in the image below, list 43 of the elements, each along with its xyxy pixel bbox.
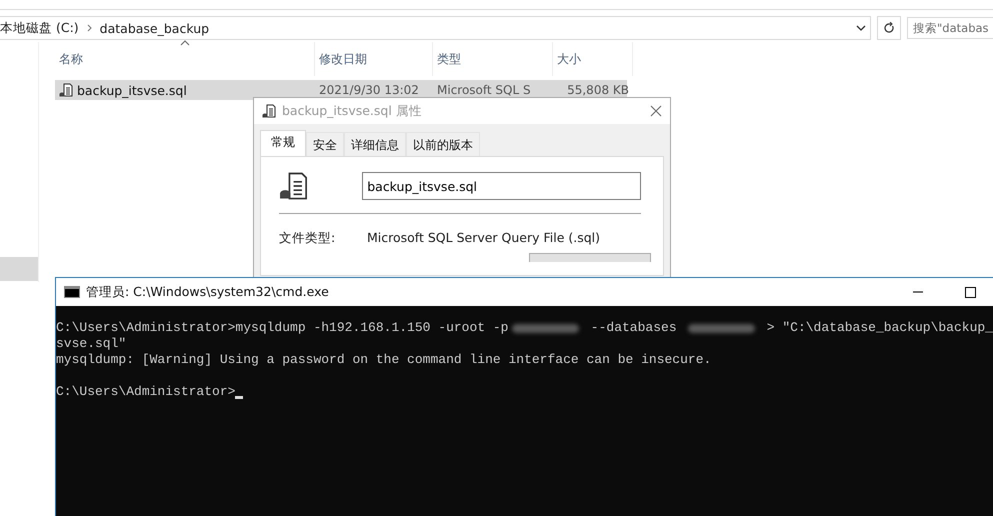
- dialog-tab[interactable]: 安全: [306, 132, 344, 156]
- column-header[interactable]: 修改日期: [315, 42, 433, 76]
- console-text: mysqldump: [Warning] Using a password on the command line interface can be insecure.: [56, 352, 712, 368]
- close-icon[interactable]: [650, 105, 662, 117]
- console-text: C:\Users\Administrator>mysqldump -h192.168.1.150 -uroot -p: [56, 320, 508, 336]
- sort-up-icon: [180, 40, 190, 46]
- breadcrumb-item[interactable]: 本地磁盘 (C:): [0, 20, 79, 36]
- text-cursor: [235, 396, 244, 399]
- refresh-button[interactable]: [877, 16, 901, 40]
- redacted-blur: [688, 324, 755, 332]
- maximize-icon: [964, 286, 976, 298]
- chevron-icon: [86, 24, 92, 32]
- column-header[interactable]: 名称: [55, 42, 315, 76]
- file-row[interactable]: backup_itsvse.sql 2021/9/30 13:02 Microsoft SQL S 55,808 KB: [55, 80, 627, 100]
- minimize-icon: [913, 291, 923, 293]
- file-name-field[interactable]: backup_itsvse.sql: [362, 172, 641, 200]
- dialog-tab[interactable]: 以前的版本: [406, 132, 480, 156]
- column-header[interactable]: 类型: [433, 42, 553, 76]
- address-bar[interactable]: 本地磁盘 (C:) database_backup: [0, 16, 871, 40]
- file-name: backup_itsvse.sql: [55, 80, 315, 100]
- type-cell-text: Microsoft SQL S: [436, 82, 532, 99]
- console-icon: [64, 286, 80, 298]
- sql-file-icon: [262, 104, 276, 118]
- breadcrumb-item[interactable]: database_backup: [100, 20, 210, 36]
- column-header[interactable]: 大小: [553, 42, 633, 76]
- dialog-tab[interactable]: 详细信息: [344, 132, 406, 156]
- redacted-blur: [512, 324, 579, 332]
- field-label: 文件类型:: [279, 230, 336, 247]
- dialog-title: backup_itsvse.sql 属性: [282, 102, 423, 120]
- console-text: --databases: [590, 320, 678, 336]
- console-text: C:\Users\Administrator>: [56, 384, 236, 400]
- field-value: Microsoft SQL Server Query File (.sql): [367, 230, 600, 247]
- dialog-tab[interactable]: 常规: [260, 130, 306, 156]
- sql-file-large-icon: [279, 171, 308, 201]
- console-title: 管理员: C:\Windows\system32\cmd.exe: [86, 284, 330, 300]
- refresh-icon: [883, 22, 895, 34]
- search-field[interactable]: 搜索"databas: [907, 17, 993, 39]
- date-cell-text: 2021/9/30 13:02: [318, 82, 420, 99]
- size-cell-text: 55,808 KB: [566, 82, 630, 99]
- sql-file-icon: [59, 83, 73, 97]
- dropdown-icon[interactable]: [856, 24, 866, 32]
- console-text: > "C:\database_backup\backup_: [766, 320, 993, 336]
- console-text: svse.sql": [56, 336, 126, 352]
